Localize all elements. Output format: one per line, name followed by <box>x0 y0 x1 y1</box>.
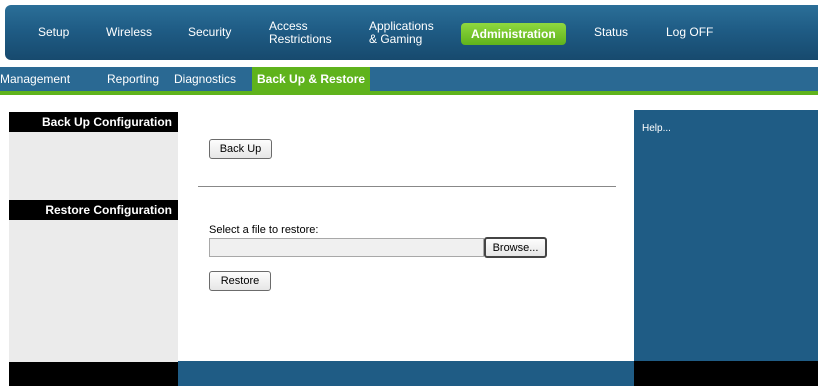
nav-item-security[interactable]: Security <box>188 5 231 60</box>
nav-item-access-restrictions[interactable]: Access Restrictions <box>269 5 332 60</box>
tab-reporting[interactable]: Reporting <box>107 67 159 91</box>
tab-management[interactable]: Management <box>0 67 70 91</box>
nav-item-setup[interactable]: Setup <box>38 5 69 60</box>
backup-section-title: Back Up Configuration <box>9 112 178 132</box>
restore-button[interactable]: Restore <box>209 271 271 291</box>
left-section-column: Back Up Configuration Restore Configurat… <box>9 112 178 386</box>
file-select-label: Select a file to restore: <box>209 224 319 236</box>
tab-diagnostics[interactable]: Diagnostics <box>174 67 236 91</box>
main-footer <box>178 361 634 386</box>
accent-divider <box>0 91 818 95</box>
sub-tab-bar: Management Reporting Diagnostics Back Up… <box>0 67 818 91</box>
nav-item-applications-gaming[interactable]: Applications & Gaming <box>369 5 434 60</box>
help-link[interactable]: Help... <box>642 123 671 134</box>
nav-item-status[interactable]: Status <box>594 5 628 60</box>
restore-section-title: Restore Configuration <box>9 200 178 220</box>
left-footer <box>9 362 178 386</box>
tab-back-up-restore[interactable]: Back Up & Restore <box>252 67 371 91</box>
restore-file-field[interactable] <box>209 238 484 257</box>
back-up-button[interactable]: Back Up <box>209 139 272 159</box>
help-panel: Help... <box>634 110 818 362</box>
browse-button[interactable]: Browse... <box>484 237 547 258</box>
nav-item-administration[interactable]: Administration <box>461 23 566 45</box>
help-footer <box>634 361 818 386</box>
section-divider <box>198 186 616 187</box>
nav-item-log-off[interactable]: Log OFF <box>666 5 713 60</box>
nav-item-wireless[interactable]: Wireless <box>106 5 152 60</box>
top-nav-bar: Setup Wireless Security Access Restricti… <box>5 5 818 60</box>
